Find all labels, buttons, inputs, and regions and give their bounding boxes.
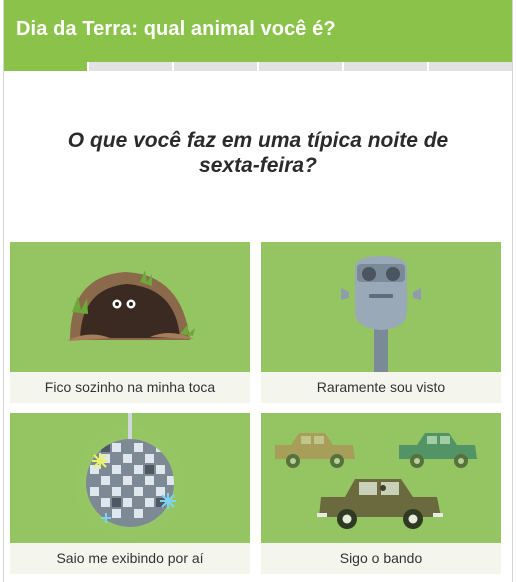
burrow-icon [68, 270, 195, 341]
cars-icon [275, 433, 477, 529]
question-text: O que você faz em uma típica noite de se… [67, 129, 449, 177]
progress-step-2 [89, 62, 172, 71]
answer-option-disco-ball[interactable]: Saio me exibindo por aí [10, 413, 250, 574]
progress-step-6 [429, 62, 512, 71]
answer-option-cars[interactable]: Sigo o bando [261, 413, 501, 574]
answer-option-burrow[interactable]: Fico sozinho na minha toca [10, 242, 250, 403]
answer-option-binoculars[interactable]: Raramente sou visto [261, 242, 501, 403]
binoculars-icon [341, 256, 421, 372]
progress-step-5 [344, 62, 427, 71]
quiz-title: Dia da Terra: qual animal você é? [4, 0, 512, 62]
answer-label: Fico sozinho na minha toca [10, 372, 250, 403]
progress-step-4 [259, 62, 342, 71]
progress-step-3 [174, 62, 257, 71]
progress-step-1 [4, 62, 87, 71]
disco-ball-icon [66, 413, 194, 543]
progress-bar [4, 62, 512, 71]
answer-label: Raramente sou visto [261, 372, 501, 403]
answer-label: Saio me exibindo por aí [10, 543, 250, 574]
answer-label: Sigo o bando [261, 543, 501, 574]
